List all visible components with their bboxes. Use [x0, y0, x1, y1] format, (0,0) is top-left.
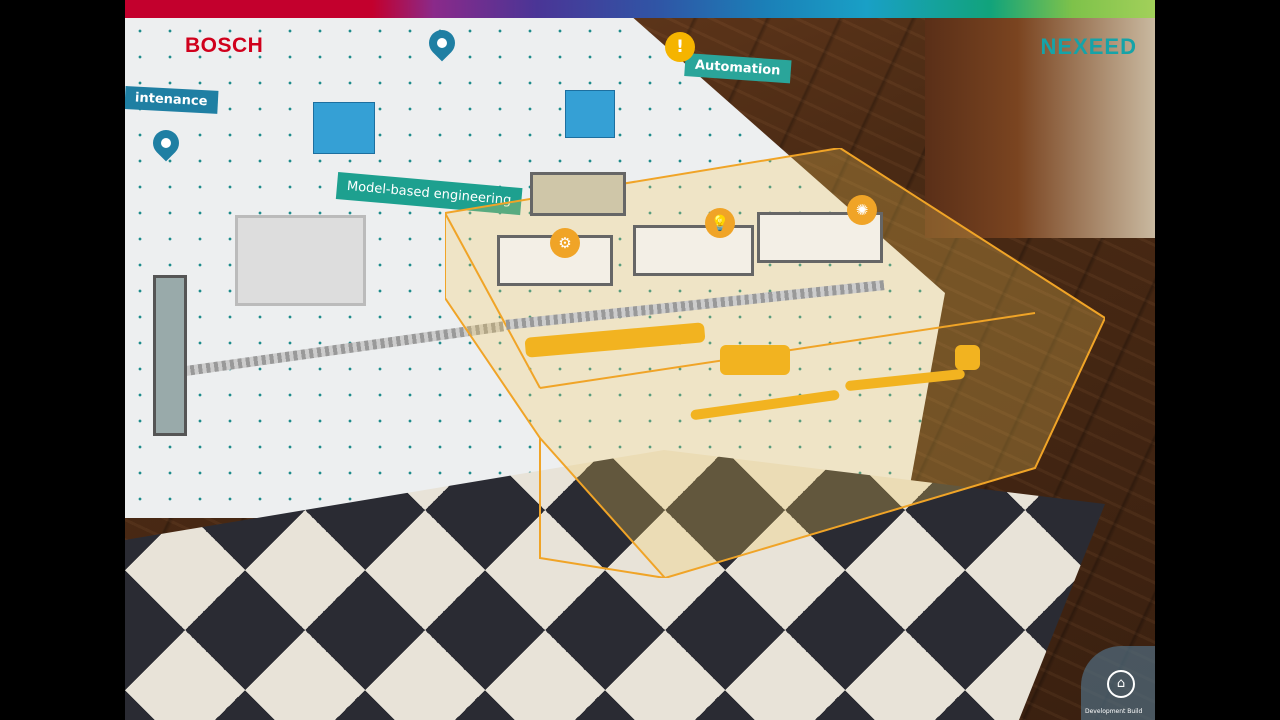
robot-gripper [955, 345, 980, 370]
home-button[interactable]: ⌂ Development Build [1081, 646, 1155, 720]
station-2 [633, 225, 754, 276]
home-icon: ⌂ [1107, 670, 1135, 698]
lightbulb-icon[interactable]: 💡 [705, 208, 735, 238]
robot-arm-icon[interactable]: ⚙ [550, 228, 580, 258]
nexeed-logo: NEXEED [1040, 34, 1137, 59]
development-build-label: Development Build [1085, 708, 1143, 715]
bosch-logo: BOSCH [185, 34, 264, 57]
brand-color-bar [125, 0, 1155, 18]
label-maintenance[interactable]: intenance [125, 86, 219, 114]
ar-viewport: BOSCH NEXEED intenance Model-based engin… [125, 0, 1155, 720]
storage-crates [565, 90, 615, 138]
machine-frame [153, 275, 187, 436]
station-top [530, 172, 626, 216]
storage-crates [313, 102, 375, 154]
warning-icon[interactable]: ! [665, 32, 695, 62]
gear-icon[interactable]: ✺ [847, 195, 877, 225]
robot-arm [720, 345, 790, 375]
machine-block [235, 215, 366, 306]
